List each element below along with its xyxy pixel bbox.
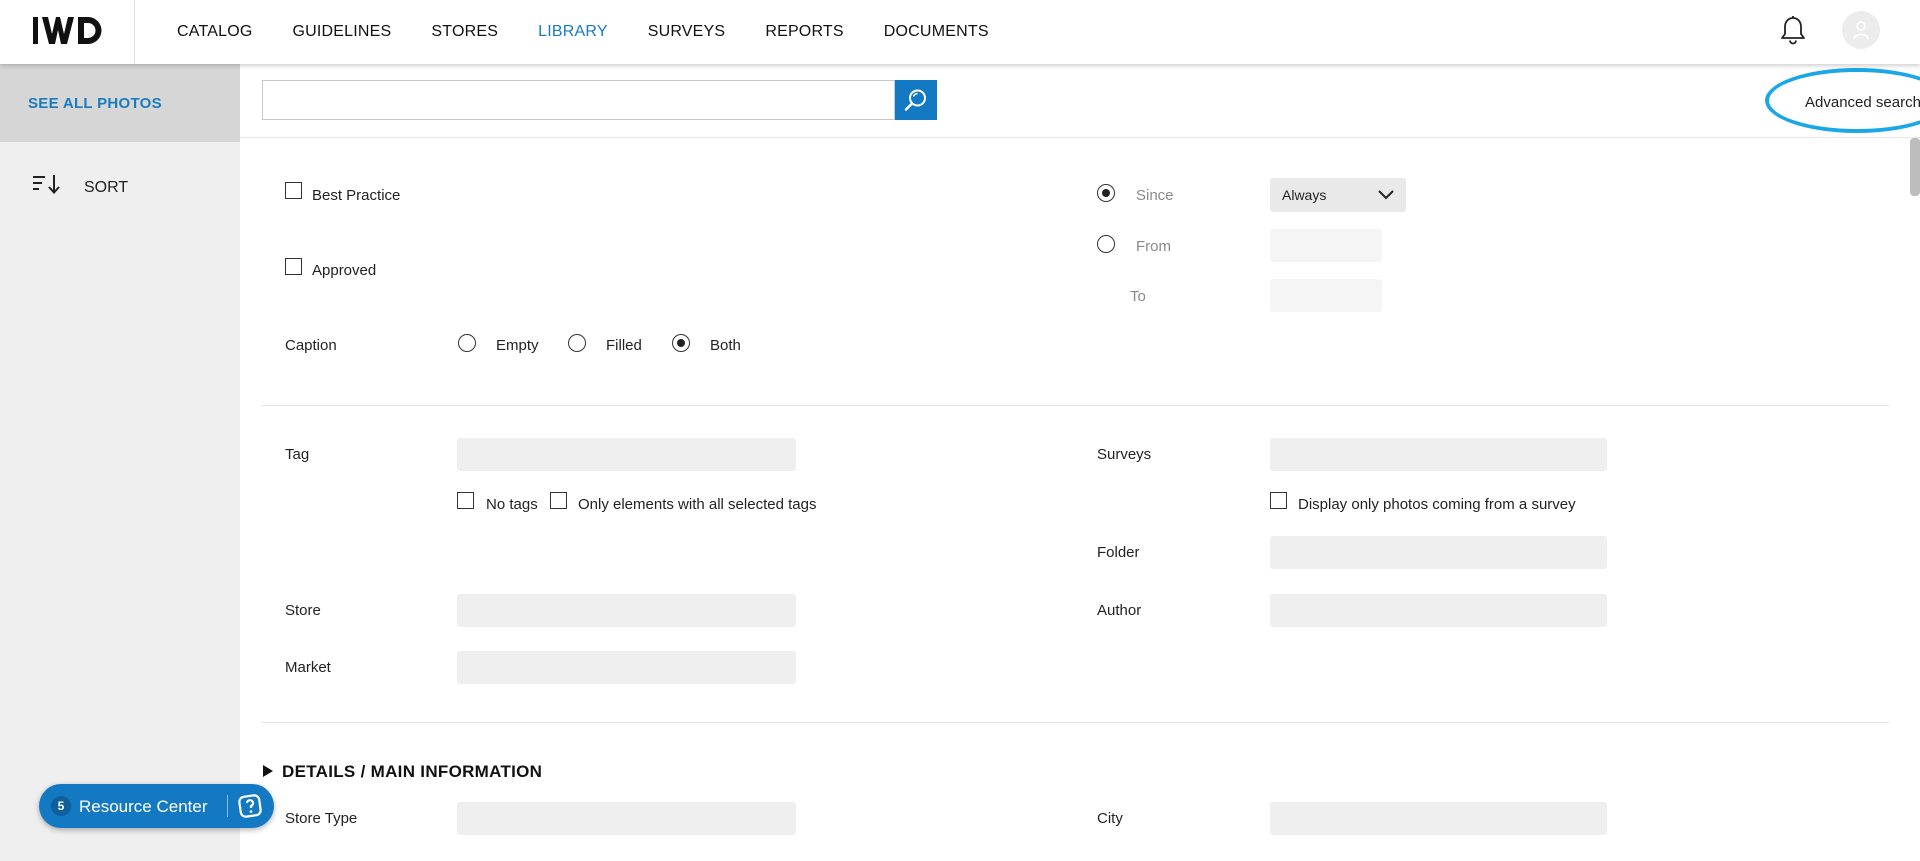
all-tags-checkbox[interactable] (550, 492, 567, 509)
main-nav: CATALOG GUIDELINES STORES LIBRARY SURVEY… (177, 0, 1029, 64)
no-tags-label: No tags (486, 496, 538, 513)
from-label: From (1136, 238, 1171, 255)
caption-label: Caption (285, 337, 337, 354)
logo[interactable] (0, 0, 135, 64)
tag-input[interactable] (457, 438, 796, 471)
city-label: City (1097, 810, 1123, 827)
from-radio[interactable] (1097, 235, 1115, 253)
sort-icon (33, 175, 60, 194)
search-input[interactable] (262, 80, 895, 120)
avatar[interactable] (1842, 11, 1880, 49)
to-label: To (1130, 288, 1146, 305)
nav-documents[interactable]: DOCUMENTS (884, 23, 989, 41)
approved-checkbox[interactable] (285, 258, 302, 275)
approved-label: Approved (312, 262, 377, 279)
city-input[interactable] (1270, 802, 1607, 835)
surveys-input[interactable] (1270, 438, 1607, 471)
sidebar: SEE ALL PHOTOS SORT (0, 64, 240, 861)
all-tags-label: Only elements with all selected tags (578, 496, 817, 513)
author-input[interactable] (1270, 594, 1607, 627)
store-label: Store (285, 602, 321, 619)
nav-library[interactable]: LIBRARY (538, 23, 608, 41)
market-label: Market (285, 659, 331, 676)
nav-catalog[interactable]: CATALOG (177, 23, 253, 41)
details-section-toggle[interactable]: DETAILS / MAIN INFORMATION (262, 762, 542, 782)
nav-surveys[interactable]: SURVEYS (648, 23, 726, 41)
advanced-search-label: Advanced search (1805, 94, 1920, 111)
caption-filled-label: Filled (606, 337, 642, 354)
scrollbar-thumb[interactable] (1910, 138, 1920, 196)
chevron-down-icon (1378, 190, 1394, 200)
no-tags-checkbox[interactable] (457, 492, 474, 509)
advanced-search-toggle[interactable]: Advanced search (1765, 68, 1920, 133)
caption-empty-radio[interactable] (458, 334, 476, 352)
store-type-input[interactable] (457, 802, 796, 835)
user-avatar-icon (1853, 21, 1869, 40)
advanced-search-panel: Best Practice Approved Caption Empty Fil… (240, 138, 1920, 861)
since-select[interactable]: Always (1270, 178, 1406, 212)
author-label: Author (1097, 602, 1142, 619)
iwd-logo-icon (33, 17, 102, 44)
search-bar-row: Advanced search (240, 64, 1920, 138)
survey-only-label: Display only photos coming from a survey (1298, 496, 1576, 513)
see-all-photos-button[interactable]: SEE ALL PHOTOS (0, 64, 240, 142)
folder-label: Folder (1097, 544, 1140, 561)
search-icon (904, 89, 926, 111)
sort-label: SORT (84, 179, 129, 196)
to-date-input[interactable] (1270, 279, 1382, 312)
survey-only-checkbox[interactable] (1270, 492, 1287, 509)
sort-button[interactable]: SORT (32, 169, 212, 199)
nav-stores[interactable]: STORES (431, 23, 498, 41)
section-divider (262, 405, 1889, 406)
resource-center-divider (227, 795, 228, 817)
folder-input[interactable] (1270, 536, 1607, 569)
resource-center-label: Resource Center (79, 797, 208, 816)
help-chat-icon (238, 794, 262, 818)
caret-right-icon (263, 765, 273, 777)
bell-icon[interactable] (1779, 15, 1807, 50)
market-input[interactable] (457, 651, 796, 684)
caption-empty-label: Empty (496, 337, 539, 354)
search-button[interactable] (895, 80, 937, 120)
best-practice-checkbox[interactable] (285, 182, 302, 199)
caption-both-radio[interactable] (672, 334, 690, 352)
since-select-value: Always (1282, 187, 1327, 203)
nav-reports[interactable]: REPORTS (765, 23, 843, 41)
from-date-input[interactable] (1270, 229, 1382, 262)
caption-filled-radio[interactable] (568, 334, 586, 352)
resource-center-button[interactable]: 5 Resource Center (39, 784, 274, 828)
tag-label: Tag (285, 446, 310, 463)
surveys-label: Surveys (1097, 446, 1152, 463)
section-divider (262, 722, 1889, 723)
store-type-label: Store Type (285, 810, 358, 827)
top-navigation-bar: CATALOG GUIDELINES STORES LIBRARY SURVEY… (0, 0, 1920, 64)
since-label: Since (1136, 187, 1174, 204)
since-radio[interactable] (1097, 184, 1115, 202)
caption-both-label: Both (710, 337, 741, 354)
details-section-title: DETAILS / MAIN INFORMATION (282, 762, 543, 781)
see-all-photos-label: SEE ALL PHOTOS (28, 95, 162, 112)
nav-guidelines[interactable]: GUIDELINES (293, 23, 392, 41)
store-input[interactable] (457, 594, 796, 627)
resource-center-count-badge: 5 (51, 796, 71, 816)
best-practice-label: Best Practice (312, 187, 401, 204)
